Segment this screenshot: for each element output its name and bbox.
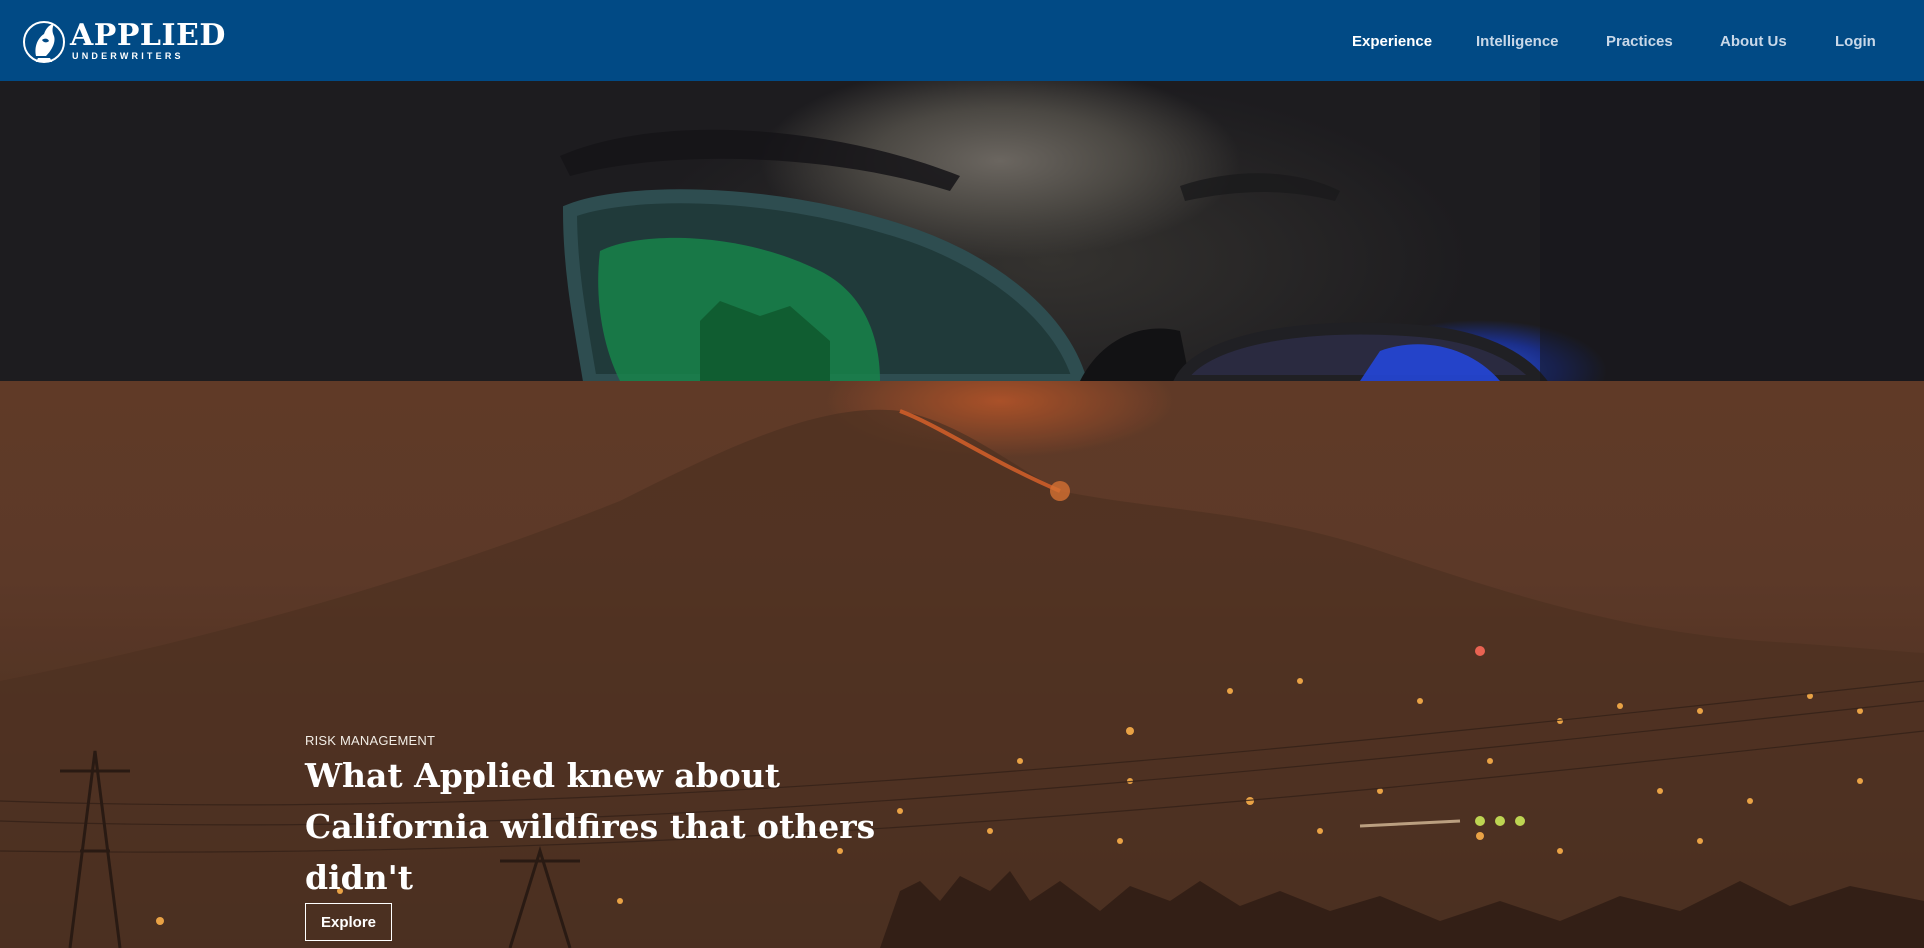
nav-item-login[interactable]: Login xyxy=(1835,33,1876,50)
nav-item-experience[interactable]: Experience xyxy=(1352,33,1432,50)
article-category: RISK MANAGEMENT xyxy=(305,733,436,748)
featured-article: RISK MANAGEMENT What Applied knew about … xyxy=(305,733,1005,903)
logo-tagline: UNDERWRITERS xyxy=(72,51,184,61)
applied-underwriters-logo-icon xyxy=(23,21,65,63)
eyeglasses-reflection-image xyxy=(560,81,1924,381)
hero-image-eyeglasses xyxy=(0,81,1924,381)
logo-text: APPLIED UNDERWRITERS xyxy=(70,21,226,61)
logo-wordmark: APPLIED xyxy=(70,18,226,53)
home-logo-link[interactable]: APPLIED UNDERWRITERS xyxy=(22,16,226,66)
nav-item-practices[interactable]: Practices xyxy=(1606,33,1673,50)
nav-item-about-us[interactable]: About Us xyxy=(1720,33,1787,50)
article-headline[interactable]: What Applied knew about California wildf… xyxy=(305,750,945,903)
top-navigation-bar: APPLIED UNDERWRITERS Experience Intellig… xyxy=(0,0,1924,81)
page: APPLIED UNDERWRITERS Experience Intellig… xyxy=(0,0,1924,948)
nav-item-intelligence[interactable]: Intelligence xyxy=(1476,33,1559,50)
explore-button[interactable]: Explore xyxy=(305,903,392,941)
